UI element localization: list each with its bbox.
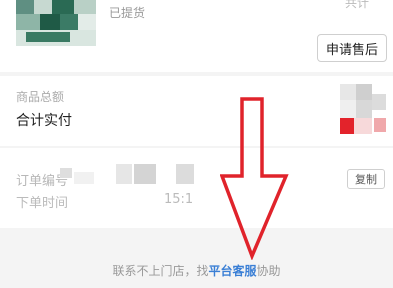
support-prompt: 联系不上门店，找平台客服协助 — [0, 262, 393, 279]
order-number-mosaic — [60, 164, 194, 186]
paid-amount-mosaic — [340, 84, 388, 136]
apply-after-sale-button[interactable]: 申请售后 — [317, 34, 387, 62]
support-prompt-text: 联系不上门店，找 — [112, 264, 209, 278]
product-thumbnail[interactable] — [16, 0, 96, 46]
paid-total-label: 合计实付 — [16, 113, 72, 129]
support-prompt-suffix: 协助 — [256, 264, 281, 278]
order-info: 订单编号 下单时间 15:1 复制 — [0, 148, 393, 228]
order-time-value: 15:1 — [164, 192, 194, 207]
product-card: 已提货 共计 申请售后 — [0, 0, 393, 72]
copy-order-number-button[interactable]: 复制 — [347, 169, 385, 189]
pickup-status: 已提货 — [109, 6, 146, 20]
order-time-label: 下单时间 — [16, 196, 69, 211]
platform-support-link[interactable]: 平台客服 — [208, 264, 256, 278]
item-count-text: 共计 — [344, 0, 369, 10]
goods-total-label: 商品总额 — [16, 90, 65, 104]
payment-summary: 商品总额 合计实付 — [0, 76, 393, 146]
support-footer: 联系不上门店，找平台客服协助 — [0, 230, 393, 288]
